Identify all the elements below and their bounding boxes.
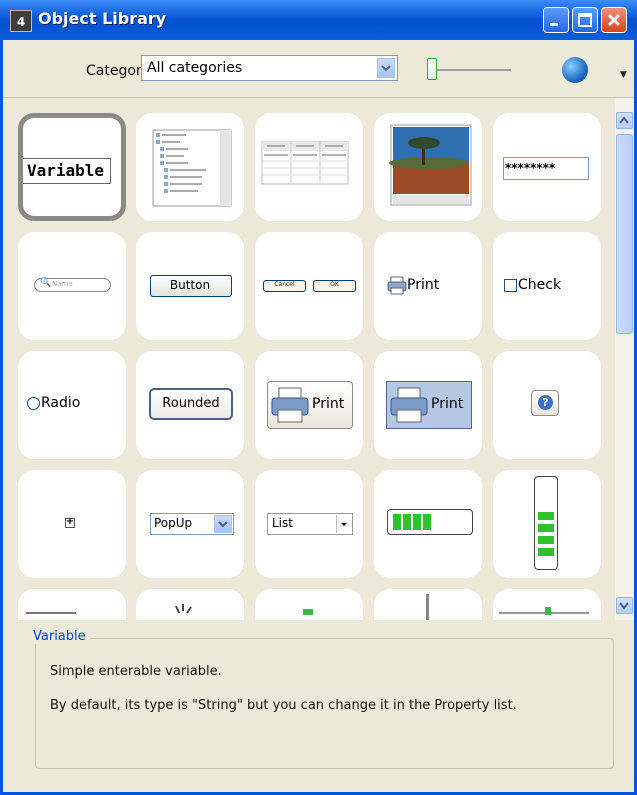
tile-picture[interactable] [374, 113, 482, 221]
tile-popup-menu[interactable]: PopUp [136, 470, 244, 578]
description-heading: Variable [29, 629, 90, 644]
print-label: Print [312, 396, 345, 412]
tile-drop-down-list[interactable]: List [255, 470, 363, 578]
tile-rounded-button[interactable]: Rounded [136, 351, 244, 459]
description-panel: Variable Simple enterable variable. By d… [3, 620, 634, 792]
maximize-button[interactable] [572, 7, 598, 33]
scroll-up-button[interactable] [616, 112, 633, 129]
tile-button[interactable]: Button [136, 232, 244, 340]
menu-dropdown-icon[interactable]: ▼ [620, 70, 627, 80]
chevron-down-icon[interactable] [377, 58, 395, 78]
printer-icon [271, 387, 309, 423]
scrollbar-thumb[interactable] [616, 134, 633, 334]
tile-listbox[interactable] [255, 113, 363, 221]
hierarchical-list-icon [152, 129, 232, 207]
tile-cancel-ok-buttons[interactable]: Cancel OK [255, 232, 363, 340]
tile-print-button-pressed[interactable]: Print [374, 351, 482, 459]
tile-print-button-small[interactable]: Print [374, 232, 482, 340]
tile-checkbox[interactable]: Check [493, 232, 601, 340]
checkbox-icon [504, 279, 517, 292]
listbox-icon [261, 141, 349, 185]
tile-password[interactable]: ******** [493, 113, 601, 221]
tile-variable[interactable]: Variable [18, 113, 126, 221]
printer-icon [390, 387, 428, 423]
search-placeholder: Name [52, 280, 73, 288]
tile-row5-3[interactable] [255, 589, 363, 620]
scroll-down-button[interactable] [616, 597, 633, 614]
plus-glyph: + [65, 516, 75, 527]
tile-search-field[interactable]: 🔍 Name [18, 232, 126, 340]
window-title: Object Library [38, 9, 167, 28]
zoom-slider-track[interactable] [435, 69, 511, 71]
variable-label: Variable [27, 161, 105, 180]
category-select-value: All categories [147, 60, 243, 76]
print-label: Print [431, 396, 464, 412]
spinner-icon [175, 604, 192, 614]
tile-row5-5[interactable] [493, 589, 601, 620]
minimize-button[interactable] [543, 7, 569, 33]
chevron-down-icon [214, 515, 232, 533]
tile-hierarchical-list[interactable] [136, 113, 244, 221]
title-bar[interactable]: 4 Object Library [0, 0, 637, 40]
radio-icon [27, 397, 40, 410]
description-line-1: Simple enterable variable. [50, 664, 222, 679]
tile-row5-1[interactable] [18, 589, 126, 620]
radio-label: Radio [41, 395, 81, 411]
tile-progress-bar[interactable] [374, 470, 482, 578]
app-4d-icon: 4 [10, 10, 32, 32]
popup-label: PopUp [154, 516, 193, 530]
toolbar: Category: All categories ▼ [3, 40, 634, 98]
picture-icon [389, 124, 472, 206]
object-library-window: 4 Object Library Category: All categorie… [0, 0, 637, 795]
zoom-slider-thumb[interactable] [427, 58, 437, 80]
vertical-scrollbar[interactable] [615, 98, 634, 620]
tile-expand-box[interactable]: + [18, 470, 126, 578]
button-label: Button [169, 278, 211, 292]
tile-row5-2[interactable] [136, 589, 244, 620]
close-button[interactable] [601, 7, 627, 33]
tile-help-button[interactable]: ? [493, 351, 601, 459]
search-icon: 🔍 [40, 278, 52, 288]
category-select[interactable]: All categories [141, 55, 398, 81]
help-glyph: ? [542, 396, 549, 409]
ok-label: OK [330, 281, 339, 288]
tile-vertical-progress[interactable] [493, 470, 601, 578]
tile-row5-4[interactable] [374, 589, 482, 620]
windows-logo-icon[interactable] [562, 57, 588, 83]
printer-icon [387, 276, 407, 295]
object-grid: Variable ******** 🔍 Name Button Cancel O… [3, 98, 615, 620]
list-label: List [272, 516, 293, 530]
check-label: Check [518, 277, 562, 293]
description-line-2: By default, its type is "String" but you… [50, 698, 517, 713]
tile-print-button-large[interactable]: Print [255, 351, 363, 459]
password-text: ******** [505, 161, 556, 175]
print-label: Print [407, 277, 440, 293]
rounded-label: Rounded [162, 396, 220, 411]
cancel-label: Cancel [274, 281, 295, 288]
chevron-down-icon [336, 515, 351, 533]
tile-radio[interactable]: Radio [18, 351, 126, 459]
